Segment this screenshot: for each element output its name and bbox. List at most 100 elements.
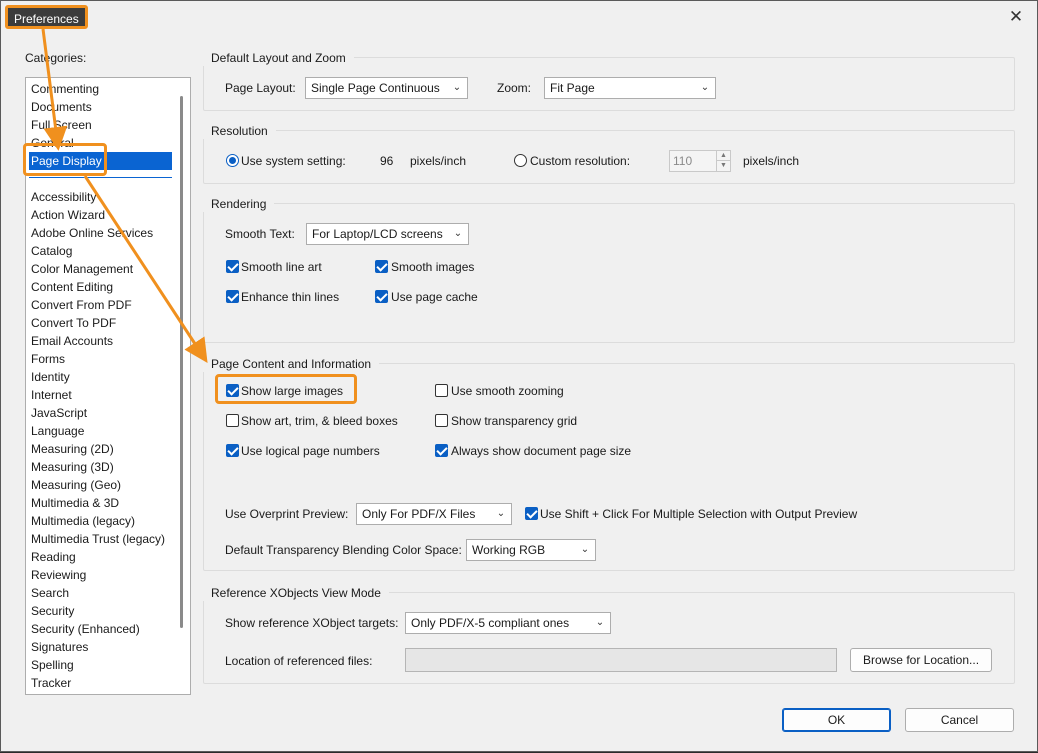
category-item[interactable]: Identity	[29, 368, 172, 386]
page-layout-select[interactable]: Single Page Continuous ⌄	[305, 77, 468, 99]
category-item[interactable]: Measuring (2D)	[29, 440, 172, 458]
enhance-thin-lines-label: Enhance thin lines	[241, 290, 340, 304]
category-divider	[29, 177, 172, 178]
use-system-radio[interactable]	[226, 154, 239, 167]
category-item[interactable]: Security (Enhanced)	[29, 620, 172, 638]
category-item[interactable]: Multimedia Trust (legacy)	[29, 530, 172, 548]
preferences-dialog: Preferences ✕ Categories: Commenting Doc…	[0, 0, 1038, 752]
custom-resolution-stepper[interactable]: 110 ▲ ▼	[669, 150, 731, 172]
chevron-down-icon: ⌄	[453, 228, 463, 239]
category-item[interactable]: Tracker	[29, 674, 172, 692]
category-item[interactable]: Convert To PDF	[29, 314, 172, 332]
category-item[interactable]: Language	[29, 422, 172, 440]
category-item[interactable]: Security	[29, 602, 172, 620]
cancel-button[interactable]: Cancel	[905, 708, 1014, 732]
show-transparency-grid-checkbox[interactable]	[435, 414, 448, 427]
category-item[interactable]: Convert From PDF	[29, 296, 172, 314]
use-system-label: Use system setting:	[241, 154, 346, 168]
smooth-text-value: For Laptop/LCD screens	[312, 227, 443, 241]
enhance-thin-lines-checkbox[interactable]	[226, 290, 239, 303]
chevron-down-icon: ⌄	[496, 508, 506, 519]
use-logical-page-numbers-checkbox[interactable]	[226, 444, 239, 457]
always-show-page-size-label: Always show document page size	[451, 444, 632, 458]
category-item[interactable]: Multimedia (legacy)	[29, 512, 172, 530]
xobject-targets-select[interactable]: Only PDF/X-5 compliant ones ⌄	[405, 612, 611, 634]
location-field[interactable]	[405, 648, 837, 672]
blending-label: Default Transparency Blending Color Spac…	[225, 543, 462, 557]
category-item[interactable]: Reading	[29, 548, 172, 566]
category-item[interactable]: Spelling	[29, 656, 172, 674]
page-content-title: Page Content and Information	[203, 356, 380, 372]
custom-resolution-label: Custom resolution:	[530, 154, 631, 168]
xobjects-title: Reference XObjects View Mode	[203, 585, 389, 601]
system-resolution-value: 96	[380, 154, 394, 168]
category-item[interactable]: Full Screen	[29, 116, 172, 134]
category-item[interactable]: Measuring (Geo)	[29, 476, 172, 494]
close-icon[interactable]: ✕	[1005, 6, 1027, 28]
browse-button[interactable]: Browse for Location...	[850, 648, 992, 672]
show-art-trim-bleed-label: Show art, trim, & bleed boxes	[241, 414, 398, 428]
chevron-down-icon: ⌄	[595, 617, 605, 628]
ok-button[interactable]: OK	[782, 708, 891, 732]
smooth-text-select[interactable]: For Laptop/LCD screens ⌄	[306, 223, 469, 245]
overprint-label: Use Overprint Preview:	[225, 507, 349, 521]
system-resolution-unit: pixels/inch	[410, 154, 467, 168]
page-display-highlight	[23, 143, 107, 176]
use-page-cache-label: Use page cache	[391, 290, 478, 304]
use-smooth-zooming-label: Use smooth zooming	[451, 384, 564, 398]
category-item[interactable]: Email Accounts	[29, 332, 172, 350]
chevron-down-icon: ⌄	[700, 82, 710, 93]
category-item[interactable]: Forms	[29, 350, 172, 368]
page-layout-value: Single Page Continuous	[311, 81, 440, 95]
overprint-value: Only For PDF/X Files	[362, 507, 476, 521]
xobject-targets-label: Show reference XObject targets:	[225, 616, 399, 630]
always-show-page-size-checkbox[interactable]	[435, 444, 448, 457]
smooth-images-label: Smooth images	[391, 260, 475, 274]
category-item[interactable]: Color Management	[29, 260, 172, 278]
window-title: Preferences	[5, 5, 88, 29]
use-page-cache-checkbox[interactable]	[375, 290, 388, 303]
zoom-select[interactable]: Fit Page ⌄	[544, 77, 716, 99]
show-art-trim-bleed-checkbox[interactable]	[226, 414, 239, 427]
chevron-down-icon: ⌄	[580, 544, 590, 555]
category-item[interactable]: Catalog	[29, 242, 172, 260]
category-item[interactable]: Action Wizard	[29, 206, 172, 224]
categories-scrollbar[interactable]	[180, 96, 183, 628]
category-item[interactable]: Documents	[29, 98, 172, 116]
category-item[interactable]: Reviewing	[29, 566, 172, 584]
category-item[interactable]: Internet	[29, 386, 172, 404]
title-bar: Preferences ✕	[1, 1, 1037, 33]
zoom-label: Zoom:	[497, 81, 532, 95]
category-item[interactable]: JavaScript	[29, 404, 172, 422]
category-item[interactable]: Content Editing	[29, 278, 172, 296]
show-large-images-highlight	[215, 374, 357, 404]
custom-resolution-unit: pixels/inch	[743, 154, 800, 168]
shift-click-label: Use Shift + Click For Multiple Selection…	[540, 507, 858, 521]
smooth-images-checkbox[interactable]	[375, 260, 388, 273]
category-item[interactable]: Adobe Online Services	[29, 224, 172, 242]
chevron-down-icon[interactable]: ▼	[716, 161, 730, 171]
category-item[interactable]: Multimedia & 3D	[29, 494, 172, 512]
chevron-up-icon[interactable]: ▲	[716, 151, 730, 161]
smooth-text-label: Smooth Text:	[225, 227, 295, 241]
category-item[interactable]: Commenting	[29, 80, 172, 98]
shift-click-checkbox[interactable]	[525, 507, 538, 520]
overprint-select[interactable]: Only For PDF/X Files ⌄	[356, 503, 512, 525]
use-smooth-zooming-checkbox[interactable]	[435, 384, 448, 397]
layout-zoom-title: Default Layout and Zoom	[203, 50, 354, 66]
smooth-line-art-label: Smooth line art	[241, 260, 322, 274]
zoom-value: Fit Page	[550, 81, 595, 95]
show-transparency-grid-label: Show transparency grid	[451, 414, 578, 428]
category-item[interactable]: Signatures	[29, 638, 172, 656]
page-layout-label: Page Layout:	[225, 81, 296, 95]
smooth-line-art-checkbox[interactable]	[226, 260, 239, 273]
xobject-targets-value: Only PDF/X-5 compliant ones	[411, 616, 570, 630]
blending-value: Working RGB	[472, 543, 546, 557]
category-item[interactable]: Search	[29, 584, 172, 602]
category-item[interactable]: Accessibility	[29, 188, 172, 206]
rendering-title: Rendering	[203, 196, 275, 212]
custom-resolution-radio[interactable]	[514, 154, 527, 167]
category-item[interactable]: Measuring (3D)	[29, 458, 172, 476]
location-label: Location of referenced files:	[225, 654, 373, 668]
blending-select[interactable]: Working RGB ⌄	[466, 539, 596, 561]
